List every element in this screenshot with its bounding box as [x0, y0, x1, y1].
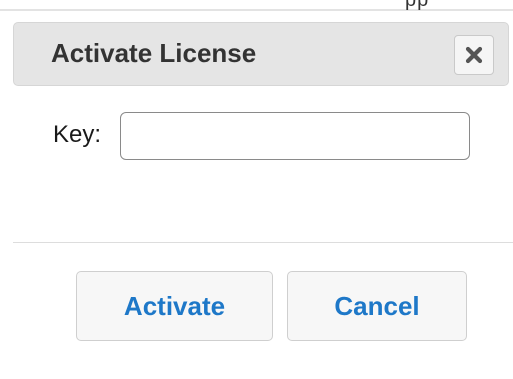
close-button[interactable] — [454, 35, 494, 75]
activate-button[interactable]: Activate — [76, 271, 273, 341]
dialog-header: Activate License — [13, 22, 509, 86]
background-divider — [0, 9, 513, 11]
footer-divider — [13, 242, 513, 243]
key-input[interactable] — [120, 112, 470, 160]
close-icon — [465, 46, 483, 64]
background-text-fragment: pp — [405, 0, 430, 11]
key-label: Key: — [53, 121, 102, 148]
dialog-title: Activate License — [51, 38, 257, 68]
cancel-button[interactable]: Cancel — [287, 271, 467, 341]
